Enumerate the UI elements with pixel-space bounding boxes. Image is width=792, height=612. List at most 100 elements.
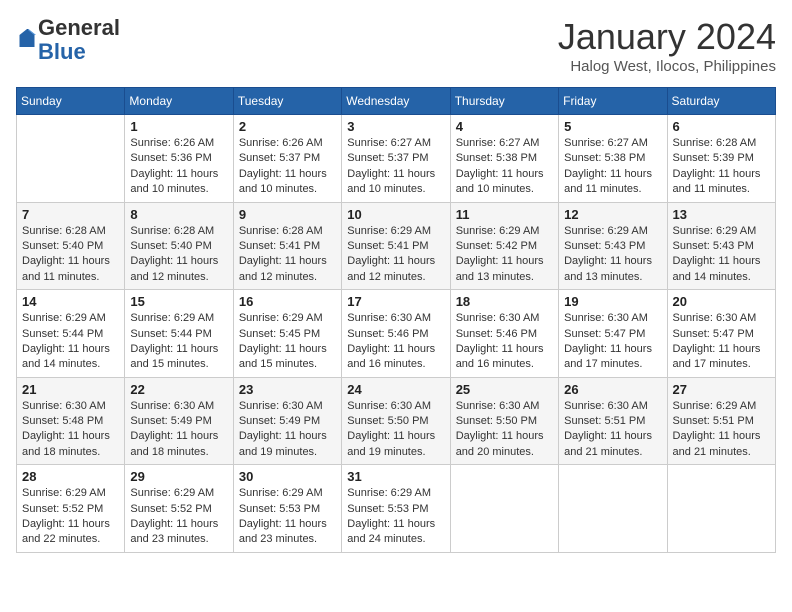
day-number: 25 bbox=[456, 382, 553, 397]
calendar-cell: 26Sunrise: 6:30 AM Sunset: 5:51 PM Dayli… bbox=[559, 377, 667, 465]
cell-info: Sunrise: 6:29 AM Sunset: 5:41 PM Dayligh… bbox=[347, 224, 444, 286]
cell-info: Sunrise: 6:30 AM Sunset: 5:51 PM Dayligh… bbox=[564, 399, 661, 461]
cell-info: Sunrise: 6:28 AM Sunset: 5:41 PM Dayligh… bbox=[239, 224, 336, 286]
calendar-cell: 18 Sunrise: 6:30 AM Sunset: 5:46 PM Dayli… bbox=[450, 290, 558, 378]
calendar-cell: 23Sunrise: 6:30 AM Sunset: 5:49 PM Dayli… bbox=[233, 377, 341, 465]
cell-info: Sunrise: 6:29 AM Sunset: 5:42 PM Dayligh… bbox=[456, 224, 553, 286]
day-number: 23 bbox=[239, 382, 336, 397]
day-number: 30 bbox=[239, 469, 336, 484]
calendar-cell: 10Sunrise: 6:29 AM Sunset: 5:41 PM Dayli… bbox=[342, 202, 450, 290]
day-number: 24 bbox=[347, 382, 444, 397]
day-number: 21 bbox=[22, 382, 119, 397]
location-text: Halog West, Ilocos, Philippines bbox=[558, 58, 776, 75]
weekday-header-monday: Monday bbox=[125, 88, 233, 115]
day-number: 2 bbox=[239, 119, 336, 134]
week-row-2: 7 Sunrise: 6:28 AM Sunset: 5:40 PM Daylig… bbox=[17, 202, 776, 290]
cell-info: Sunrise: 6:29 AM Sunset: 5:45 PM Dayligh… bbox=[239, 311, 336, 373]
day-number: 14 bbox=[22, 294, 119, 309]
cell-info: Sunrise: 6:29 AM Sunset: 5:51 PM Dayligh… bbox=[673, 399, 770, 461]
cell-info: Sunrise: 6:27 AM Sunset: 5:37 PM Dayligh… bbox=[347, 136, 444, 198]
calendar-cell: 11 Sunrise: 6:29 AM Sunset: 5:42 PM Dayli… bbox=[450, 202, 558, 290]
weekday-header-saturday: Saturday bbox=[667, 88, 775, 115]
cell-info: Sunrise: 6:30 AM Sunset: 5:46 PM Dayligh… bbox=[347, 311, 444, 373]
calendar-cell: 3 Sunrise: 6:27 AM Sunset: 5:37 PM Daylig… bbox=[342, 115, 450, 203]
day-number: 4 bbox=[456, 119, 553, 134]
weekday-header-friday: Friday bbox=[559, 88, 667, 115]
cell-info: Sunrise: 6:30 AM Sunset: 5:49 PM Dayligh… bbox=[130, 399, 227, 461]
calendar-cell: 8 Sunrise: 6:28 AM Sunset: 5:40 PM Daylig… bbox=[125, 202, 233, 290]
cell-info: Sunrise: 6:29 AM Sunset: 5:43 PM Dayligh… bbox=[673, 224, 770, 286]
day-number: 19 bbox=[564, 294, 661, 309]
cell-info: Sunrise: 6:26 AM Sunset: 5:37 PM Dayligh… bbox=[239, 136, 336, 198]
calendar-cell: 20 Sunrise: 6:30 AM Sunset: 5:47 PM Dayli… bbox=[667, 290, 775, 378]
day-number: 9 bbox=[239, 207, 336, 222]
cell-info: Sunrise: 6:29 AM Sunset: 5:44 PM Dayligh… bbox=[22, 311, 119, 373]
day-number: 16 bbox=[239, 294, 336, 309]
weekday-header-row: SundayMondayTuesdayWednesdayThursdayFrid… bbox=[17, 88, 776, 115]
calendar-cell: 24 Sunrise: 6:30 AM Sunset: 5:50 PM Dayli… bbox=[342, 377, 450, 465]
logo-general-text: General bbox=[38, 15, 120, 40]
day-number: 28 bbox=[22, 469, 119, 484]
cell-info: Sunrise: 6:29 AM Sunset: 5:53 PM Dayligh… bbox=[347, 486, 444, 548]
day-number: 6 bbox=[673, 119, 770, 134]
calendar-cell bbox=[17, 115, 125, 203]
day-number: 27 bbox=[673, 382, 770, 397]
week-row-1: 1 Sunrise: 6:26 AM Sunset: 5:36 PM Daylig… bbox=[17, 115, 776, 203]
day-number: 7 bbox=[22, 207, 119, 222]
logo: General Blue bbox=[16, 16, 120, 64]
calendar-cell: 28Sunrise: 6:29 AM Sunset: 5:52 PM Dayli… bbox=[17, 465, 125, 553]
calendar-cell: 30Sunrise: 6:29 AM Sunset: 5:53 PM Dayli… bbox=[233, 465, 341, 553]
calendar-cell: 17 Sunrise: 6:30 AM Sunset: 5:46 PM Dayli… bbox=[342, 290, 450, 378]
calendar-cell bbox=[559, 465, 667, 553]
day-number: 20 bbox=[673, 294, 770, 309]
cell-info: Sunrise: 6:28 AM Sunset: 5:39 PM Dayligh… bbox=[673, 136, 770, 198]
day-number: 11 bbox=[456, 207, 553, 222]
calendar-cell: 5 Sunrise: 6:27 AM Sunset: 5:38 PM Daylig… bbox=[559, 115, 667, 203]
cell-info: Sunrise: 6:26 AM Sunset: 5:36 PM Dayligh… bbox=[130, 136, 227, 198]
cell-info: Sunrise: 6:30 AM Sunset: 5:50 PM Dayligh… bbox=[347, 399, 444, 461]
cell-info: Sunrise: 6:29 AM Sunset: 5:43 PM Dayligh… bbox=[564, 224, 661, 286]
calendar-cell: 14 Sunrise: 6:29 AM Sunset: 5:44 PM Dayli… bbox=[17, 290, 125, 378]
page-header: General Blue January 2024 Halog West, Il… bbox=[16, 16, 776, 75]
day-number: 1 bbox=[130, 119, 227, 134]
day-number: 29 bbox=[130, 469, 227, 484]
cell-info: Sunrise: 6:27 AM Sunset: 5:38 PM Dayligh… bbox=[564, 136, 661, 198]
day-number: 8 bbox=[130, 207, 227, 222]
day-number: 13 bbox=[673, 207, 770, 222]
day-number: 17 bbox=[347, 294, 444, 309]
calendar-cell: 22Sunrise: 6:30 AM Sunset: 5:49 PM Dayli… bbox=[125, 377, 233, 465]
calendar-cell: 13 Sunrise: 6:29 AM Sunset: 5:43 PM Dayli… bbox=[667, 202, 775, 290]
week-row-5: 28 Sunrise: 6:29 AM Sunset: 5:52 PM Dayli… bbox=[17, 465, 776, 553]
cell-info: Sunrise: 6:27 AM Sunset: 5:38 PM Dayligh… bbox=[456, 136, 553, 198]
weekday-header-tuesday: Tuesday bbox=[233, 88, 341, 115]
week-row-4: 21Sunrise: 6:30 AM Sunset: 5:48 PM Dayli… bbox=[17, 377, 776, 465]
cell-info: Sunrise: 6:30 AM Sunset: 5:50 PM Dayligh… bbox=[456, 399, 553, 461]
cell-info: Sunrise: 6:30 AM Sunset: 5:47 PM Dayligh… bbox=[673, 311, 770, 373]
day-number: 3 bbox=[347, 119, 444, 134]
weekday-header-thursday: Thursday bbox=[450, 88, 558, 115]
weekday-header-sunday: Sunday bbox=[17, 88, 125, 115]
calendar-cell: 31 Sunrise: 6:29 AM Sunset: 5:53 PM Dayli… bbox=[342, 465, 450, 553]
cell-info: Sunrise: 6:28 AM Sunset: 5:40 PM Dayligh… bbox=[130, 224, 227, 286]
day-number: 12 bbox=[564, 207, 661, 222]
calendar-cell: 12 Sunrise: 6:29 AM Sunset: 5:43 PM Dayli… bbox=[559, 202, 667, 290]
calendar-cell: 19 Sunrise: 6:30 AM Sunset: 5:47 PM Dayli… bbox=[559, 290, 667, 378]
calendar-cell: 27 Sunrise: 6:29 AM Sunset: 5:51 PM Dayli… bbox=[667, 377, 775, 465]
day-number: 31 bbox=[347, 469, 444, 484]
title-block: January 2024 Halog West, Ilocos, Philipp… bbox=[558, 16, 776, 75]
day-number: 18 bbox=[456, 294, 553, 309]
day-number: 5 bbox=[564, 119, 661, 134]
calendar-cell: 4 Sunrise: 6:27 AM Sunset: 5:38 PM Daylig… bbox=[450, 115, 558, 203]
calendar-cell: 29 Sunrise: 6:29 AM Sunset: 5:52 PM Dayli… bbox=[125, 465, 233, 553]
cell-info: Sunrise: 6:29 AM Sunset: 5:52 PM Dayligh… bbox=[130, 486, 227, 548]
cell-info: Sunrise: 6:30 AM Sunset: 5:46 PM Dayligh… bbox=[456, 311, 553, 373]
cell-info: Sunrise: 6:30 AM Sunset: 5:47 PM Dayligh… bbox=[564, 311, 661, 373]
calendar-cell: 25 Sunrise: 6:30 AM Sunset: 5:50 PM Dayli… bbox=[450, 377, 558, 465]
month-title: January 2024 bbox=[558, 16, 776, 58]
cell-info: Sunrise: 6:29 AM Sunset: 5:44 PM Dayligh… bbox=[130, 311, 227, 373]
calendar-cell: 21Sunrise: 6:30 AM Sunset: 5:48 PM Dayli… bbox=[17, 377, 125, 465]
calendar-cell: 15Sunrise: 6:29 AM Sunset: 5:44 PM Dayli… bbox=[125, 290, 233, 378]
week-row-3: 14 Sunrise: 6:29 AM Sunset: 5:44 PM Dayli… bbox=[17, 290, 776, 378]
calendar-table: SundayMondayTuesdayWednesdayThursdayFrid… bbox=[16, 87, 776, 553]
calendar-cell: 16 Sunrise: 6:29 AM Sunset: 5:45 PM Dayli… bbox=[233, 290, 341, 378]
